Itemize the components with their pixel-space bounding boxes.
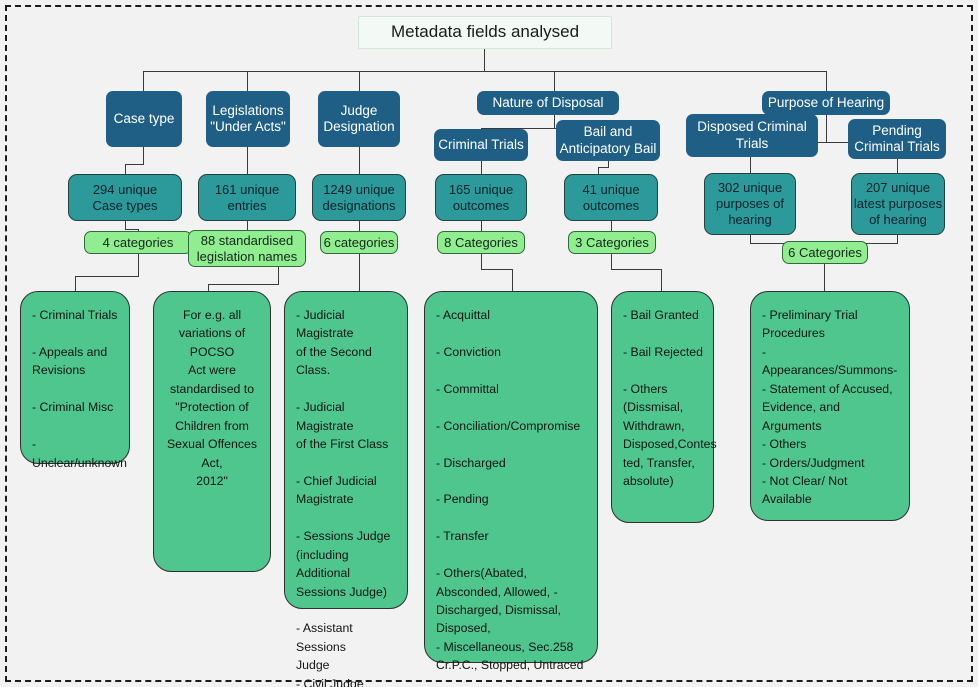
leaf-case-type-list: - Criminal Trials - Appeals and Revision… bbox=[20, 291, 130, 470]
connector-criminal-trials-down bbox=[481, 161, 483, 174]
node-legislations[interactable]: Legislations "Under Acts" bbox=[206, 91, 290, 147]
connector-pending-down bbox=[897, 159, 899, 174]
node-case-type-categories[interactable]: 4 categories bbox=[84, 231, 192, 254]
connector-bail-count-down bbox=[611, 221, 613, 231]
node-legislations-categories[interactable]: 88 standardised legislation names bbox=[188, 230, 306, 267]
connector-judge-down bbox=[359, 147, 361, 174]
connector-purpose-stem bbox=[826, 115, 828, 143]
node-legislations-count[interactable]: 161 unique entries bbox=[198, 174, 296, 221]
connector-legislations-cat-jog bbox=[208, 284, 279, 286]
node-disposed-criminal-trials[interactable]: Disposed Criminal Trials bbox=[686, 114, 818, 157]
connector-legislations-down bbox=[247, 147, 249, 174]
leaf-purpose-of-hearing-list: - Preliminary Trial Procedures -Appearan… bbox=[750, 291, 910, 521]
node-case-type[interactable]: Case type bbox=[106, 91, 182, 147]
connector-criminal-trials-cat-down2 bbox=[512, 269, 514, 292]
node-pending-count[interactable]: 207 unique latest purposes of hearing bbox=[851, 173, 945, 235]
connector-legislations-cat-down bbox=[278, 267, 280, 285]
node-bail-categories[interactable]: 3 Categories bbox=[568, 231, 656, 254]
diagram-canvas: Metadata fields analysed Case type 294 u… bbox=[0, 0, 978, 687]
leaf-judge-designation-list: - Judicial Magistrate of the Second Clas… bbox=[284, 291, 408, 687]
connector-root-stem bbox=[484, 49, 486, 72]
connector-bail-cat-down2 bbox=[661, 269, 663, 292]
node-purpose-of-hearing[interactable]: Purpose of Hearing bbox=[762, 91, 890, 115]
connector-criminal-trials-count-down bbox=[481, 221, 483, 231]
node-judge-designation-count[interactable]: 1249 unique designations bbox=[312, 174, 406, 221]
node-purpose-of-hearing-categories[interactable]: 6 Categories bbox=[782, 241, 868, 264]
connector-criminal-trials-cat-down bbox=[481, 254, 483, 270]
node-bail-count[interactable]: 41 unique outcomes bbox=[564, 174, 658, 221]
connector-bail-cat-down bbox=[611, 254, 613, 270]
node-pending-criminal-trials[interactable]: Pending Criminal Trials bbox=[848, 119, 946, 159]
connector-criminal-trials-cat-jog bbox=[481, 269, 513, 271]
node-disposed-count[interactable]: 302 unique purposes of hearing bbox=[704, 173, 796, 235]
node-criminal-trials-categories[interactable]: 8 Categories bbox=[437, 231, 525, 254]
connector-case-type-down bbox=[143, 147, 145, 165]
node-judge-designation-categories[interactable]: 6 categories bbox=[320, 231, 398, 254]
node-bail-and-anticipatory-bail[interactable]: Bail and Anticipatory Bail bbox=[556, 120, 660, 161]
connector-case-type-cat-down2 bbox=[75, 276, 77, 292]
connector-to-case-type bbox=[143, 71, 145, 91]
connector-case-type-cat-jog bbox=[75, 276, 139, 278]
leaf-legislations-note: For e.g. all variations of POCSO Act wer… bbox=[153, 291, 271, 572]
connector-case-type-jog bbox=[125, 164, 144, 166]
node-case-type-count[interactable]: 294 unique Case types bbox=[68, 174, 182, 221]
connector-purpose-cat-down bbox=[824, 264, 826, 292]
connector-to-judge-designation bbox=[359, 71, 361, 91]
root-node-metadata-fields-analysed: Metadata fields analysed bbox=[358, 16, 612, 49]
leaf-bail-outcomes: - Bail Granted - Bail Rejected - Others … bbox=[611, 291, 717, 523]
node-nature-of-disposal[interactable]: Nature of Disposal bbox=[477, 91, 619, 115]
connector-to-legislations bbox=[247, 71, 249, 91]
connector-case-type-cat-down bbox=[138, 254, 140, 277]
connector-to-purpose-of-hearing bbox=[826, 71, 828, 91]
connector-root-bus bbox=[143, 71, 826, 73]
connector-to-nature-of-disposal bbox=[554, 71, 556, 91]
connector-bail-cat-jog bbox=[611, 269, 662, 271]
connector-bail-jog bbox=[598, 167, 609, 169]
connector-judge-cat-down bbox=[359, 254, 361, 292]
connector-disposed-down bbox=[750, 157, 752, 174]
node-criminal-trials[interactable]: Criminal Trials bbox=[434, 129, 528, 161]
node-criminal-trials-count[interactable]: 165 unique outcomes bbox=[435, 174, 527, 221]
connector-judge-count-down bbox=[359, 221, 361, 231]
node-judge-designation[interactable]: Judge Designation bbox=[318, 91, 400, 147]
leaf-criminal-trials-outcomes: - Acquittal - Conviction - Committal - C… bbox=[424, 291, 598, 672]
